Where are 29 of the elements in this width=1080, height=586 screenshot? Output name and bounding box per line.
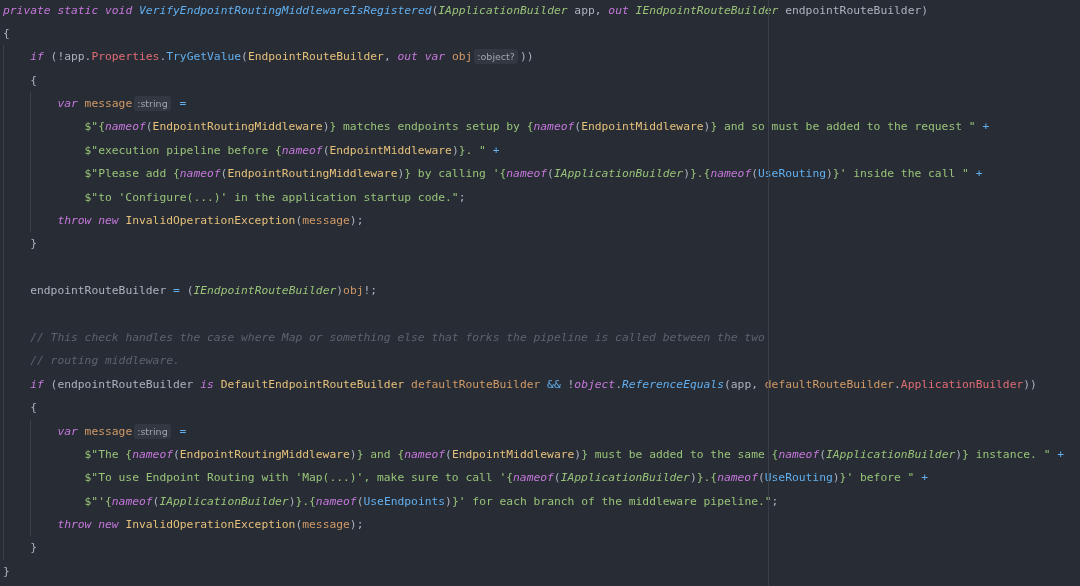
code-line: $"{nameof(EndpointRoutingMiddleware)} matches endpoints setup by {nameof(EndpointMiddleware)} and so must be added to the request " + <box>84 119 990 136</box>
code-fragment: = <box>178 96 187 113</box>
code-line: // This check handles the case where Map or something else that forks the pipeline is called between the two <box>30 329 765 346</box>
code-line: $"The {nameof(EndpointRoutingMiddleware)} and {nameof(EndpointMiddleware)} must be added to the same {nameof(IApplicationBuilder)} instance. " + <box>84 446 1065 463</box>
code-line: $"Please add {nameof(EndpointRoutingMiddleware)} by calling '{nameof(IApplicationBuilder)}.{nameof(UseRouting)}' inside the call " + <box>84 166 983 183</box>
code-line: { <box>3 25 10 42</box>
type-hint: :string <box>134 423 171 439</box>
code-line: } <box>30 540 37 557</box>
code-line: $"To use Endpoint Routing with 'Map(...)', make sure to call '{nameof(IApplicationBuilder)}.{nameof(UseRouting)}' before " + <box>84 470 928 487</box>
code-fragment: = <box>178 423 187 440</box>
code-line: $"'{nameof(IApplicationBuilder)}.{nameof(UseEndpoints)}' for each branch of the middleware pipeline."; <box>84 493 779 510</box>
code-line: // routing middleware. <box>30 353 180 370</box>
code-line: if (endpointRouteBuilder is DefaultEndpointRouteBuilder defaultRouteBuilder && !object.ReferenceEquals(app, defaultRouteBuilder.ApplicationBuilder)) <box>30 376 1037 393</box>
code-line: { <box>30 72 37 89</box>
code-fragment: var message <box>57 96 133 113</box>
code-line: throw new InvalidOperationException(message); <box>57 517 364 534</box>
code-line: } <box>3 563 10 580</box>
code-line: $"to 'Configure(...)' in the application startup code."; <box>84 189 466 206</box>
code-fragment: )) <box>519 49 534 66</box>
code-line: endpointRouteBuilder = (IEndpointRouteBuilder)obj!; <box>30 283 378 300</box>
type-hint: :object? <box>474 49 518 65</box>
code-line: { <box>30 400 37 417</box>
code-line: } <box>30 236 37 253</box>
type-hint: :string <box>134 96 171 112</box>
code-line: private static void VerifyEndpointRoutingMiddlewareIsRegistered(IApplicationBuilder app, out IEndpointRouteBuilder endpointRouteBuilder) <box>3 2 929 19</box>
code-fragment: if (!app.Properties.TryGetValue(EndpointRouteBuilder, out var obj <box>30 49 473 66</box>
code-line: throw new InvalidOperationException(message); <box>57 213 364 229</box>
code-line: $"execution pipeline before {nameof(EndpointMiddleware)}. " + <box>84 142 500 159</box>
code-fragment: var message <box>57 423 133 440</box>
